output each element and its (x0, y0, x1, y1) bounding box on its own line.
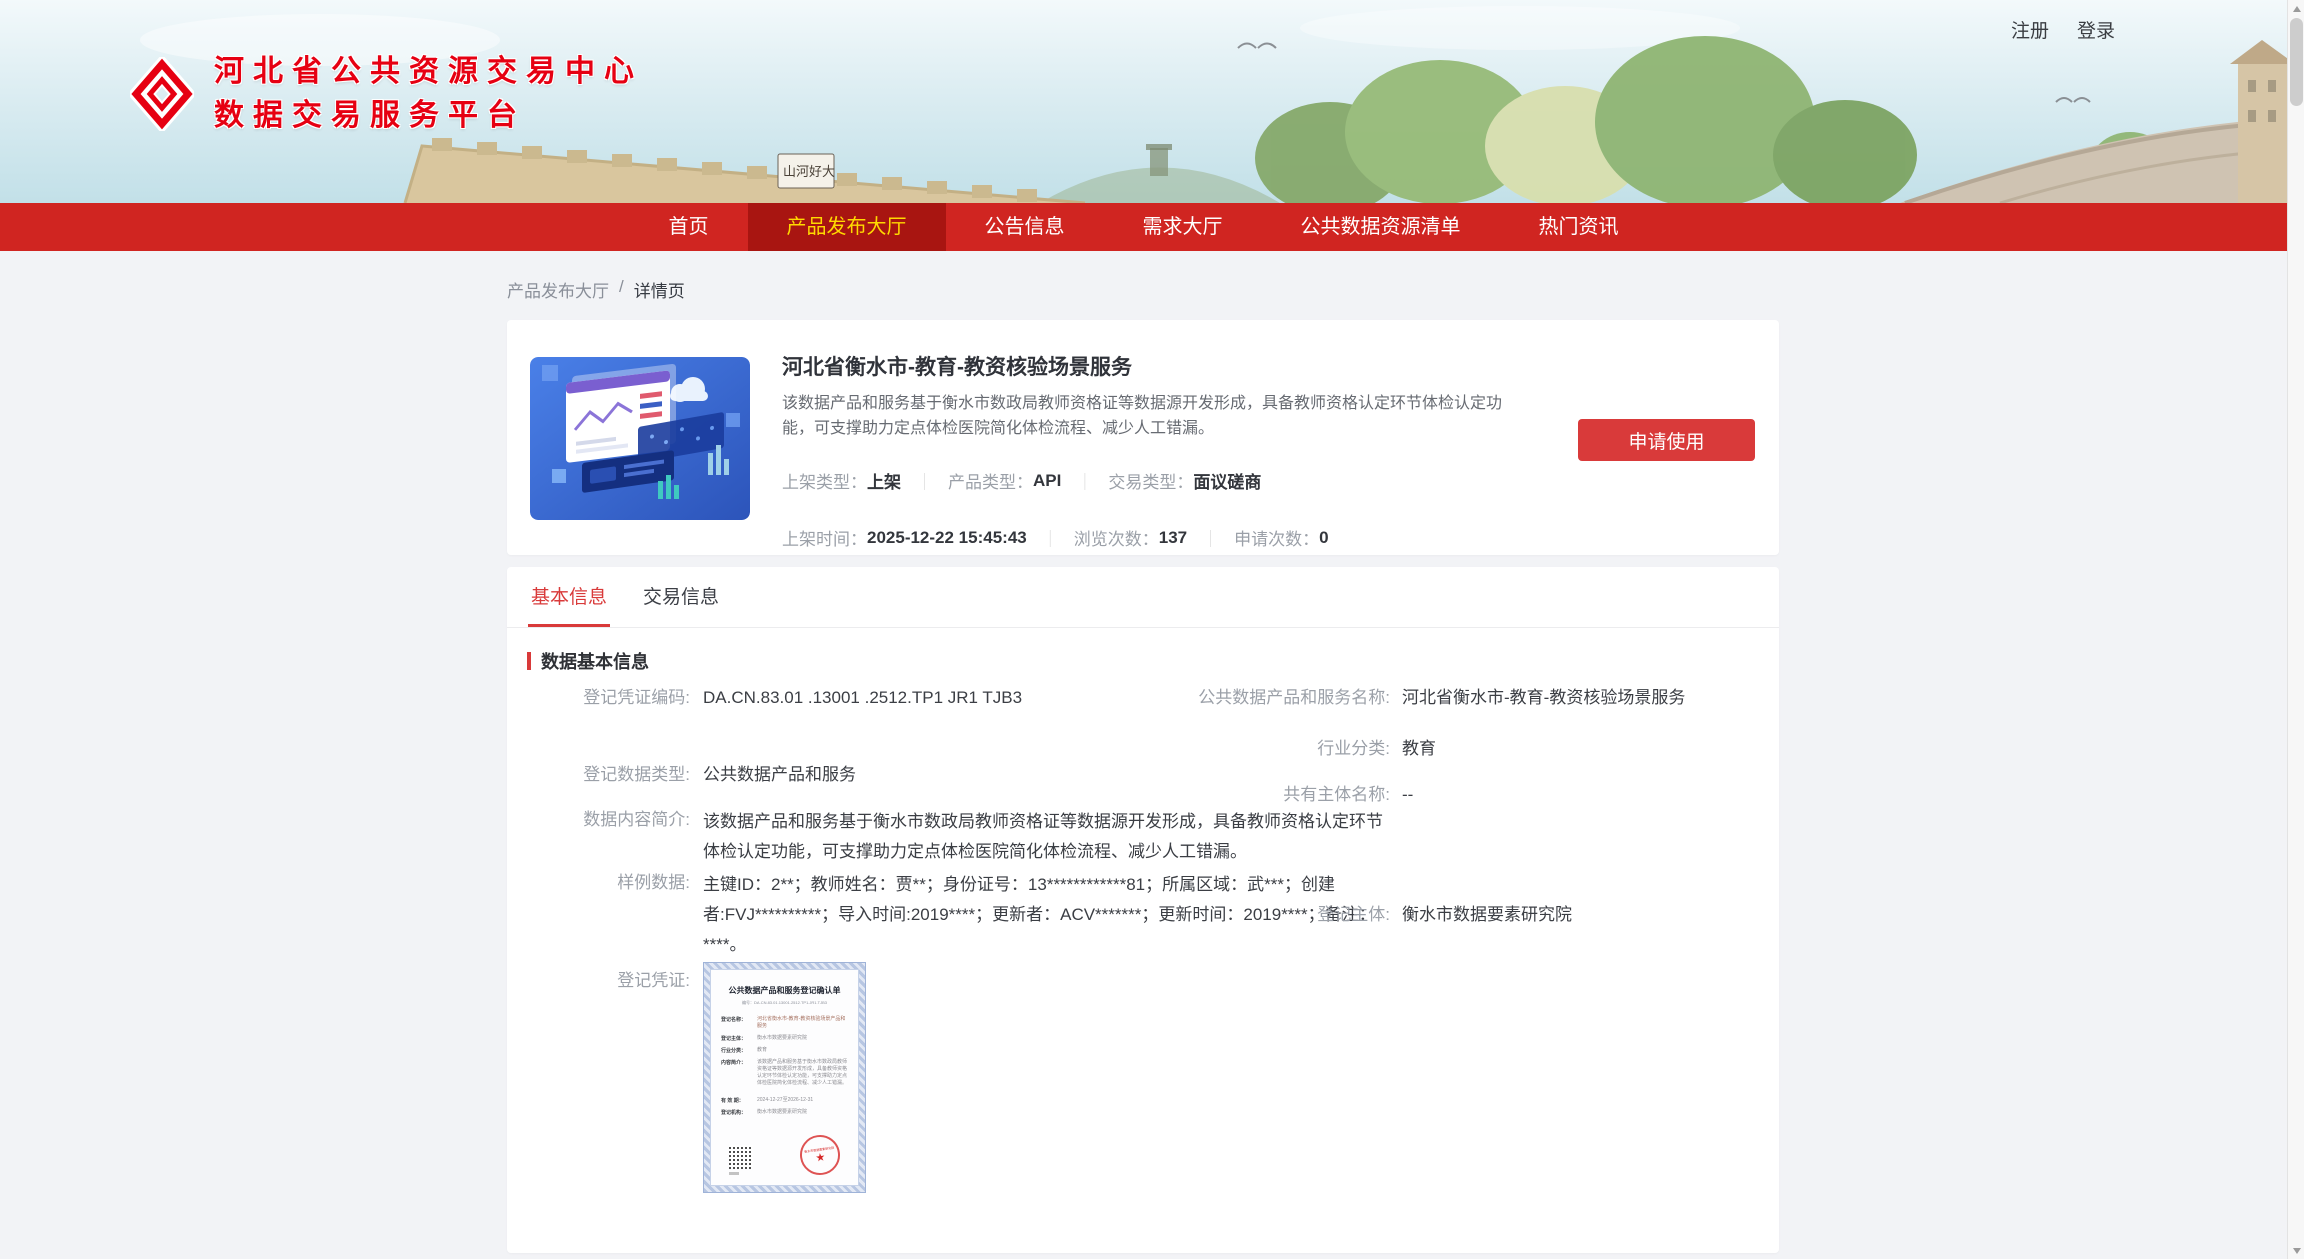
field-label: 行业分类: (1173, 736, 1390, 762)
field-value: -- (1402, 782, 1774, 808)
certificate-row: 登记机构： 衡水市数据要素研究院 (721, 1109, 848, 1116)
field-label: 登记凭证: (507, 968, 690, 1193)
meta-separator: ｜ (916, 468, 933, 493)
meta-label: 浏览次数： (1074, 525, 1159, 550)
product-detail-card: 基本信息 交易信息 数据基本信息 登记凭证编码: DA.CN.83.01 .13… (507, 567, 1779, 1253)
product-meta-row-1: 上架类型： 上架 ｜ 产品类型： API ｜ 交易类型： 面议磋商 (782, 468, 1529, 493)
apply-use-button[interactable]: 申请使用 (1578, 419, 1755, 461)
section-header: 数据基本信息 (527, 648, 1779, 674)
section-title: 数据基本信息 (541, 648, 649, 674)
brand-line1: 河北省公共资源交易中心 (214, 50, 643, 94)
meta-label: 上架时间： (782, 525, 867, 550)
product-meta-row-2: 上架时间： 2025-12-22 15:45:43 ｜ 浏览次数： 137 ｜ … (782, 525, 1529, 550)
meta-label: 交易类型： (1108, 468, 1193, 493)
breadcrumb-separator: / (619, 277, 624, 302)
field-value: 衡水市数据要素研究院 (1402, 902, 1774, 928)
certificate-number: 编号：DA.CN.83.01.13001.2512.TP1.JR1.TJB3 (711, 1000, 858, 1006)
meta-separator: ｜ (1202, 525, 1219, 550)
official-seal-icon: 衡水市数据要素研究院 ★ (797, 1132, 842, 1177)
main-nav: 首页 产品发布大厅 公告信息 需求大厅 公共数据资源清单 热门资讯 (0, 203, 2287, 251)
nav-item-public-data-list[interactable]: 公共数据资源清单 (1262, 203, 1500, 251)
detail-tabs: 基本信息 交易信息 (507, 567, 1779, 628)
certificate-row: 有 效 期： 2024-12-27至2026-12-31 (721, 1097, 848, 1104)
field-row-certificate: 登记凭证: 公共数据产品和服务登记确认单 编号：DA.CN.83.01.1300… (507, 968, 1407, 1193)
page: 山河好大 (0, 0, 2304, 1259)
brand[interactable]: 河北省公共资源交易中心 数据交易服务平台 (130, 50, 643, 138)
field-label: 样例数据: (507, 870, 690, 960)
field-label: 登记主体: (1173, 902, 1390, 928)
registration-certificate-image[interactable]: 公共数据产品和服务登记确认单 编号：DA.CN.83.01.13001.2512… (703, 962, 866, 1193)
nav-item-announcements[interactable]: 公告信息 (946, 203, 1104, 251)
header-banner: 山河好大 (0, 0, 2287, 203)
certificate-row: 登记名称： 河北省衡水市-教育-教资核验场景产品和服务 (721, 1016, 848, 1030)
basic-info-grid: 登记凭证编码: DA.CN.83.01 .13001 .2512.TP1 JR1… (507, 685, 1779, 1233)
product-info: 河北省衡水市-教育-教资核验场景服务 该数据产品和服务基于衡水市数政局教师资格证… (782, 351, 1529, 550)
certificate-paper: 公共数据产品和服务登记确认单 编号：DA.CN.83.01.13001.2512… (710, 969, 859, 1186)
section-accent-bar (527, 652, 531, 670)
breadcrumb-current: 详情页 (634, 277, 685, 302)
nav-item-product-hall[interactable]: 产品发布大厅 (748, 203, 946, 251)
breadcrumb: 产品发布大厅 / 详情页 (507, 277, 1779, 302)
qr-code-icon (729, 1145, 753, 1169)
meta-value: 2025-12-22 15:45:43 (867, 528, 1027, 548)
meta-separator: ｜ (1076, 468, 1093, 493)
meta-label: 产品类型： (948, 468, 1033, 493)
field-value: 河北省衡水市-教育-教资核验场景服务 (1402, 685, 1774, 711)
field-label: 登记数据类型: (507, 762, 690, 788)
certificate-row: 行业分类： 教育 (721, 1047, 848, 1054)
nav-item-demand-hall[interactable]: 需求大厅 (1104, 203, 1262, 251)
wall-plaque-text: 山河好大 (783, 164, 835, 179)
qr-caption (729, 1172, 739, 1175)
product-summary-card: 河北省衡水市-教育-教资核验场景服务 该数据产品和服务基于衡水市数政局教师资格证… (507, 320, 1779, 555)
watchtower (2230, 40, 2287, 203)
meta-value: API (1033, 471, 1061, 491)
certificate-row: 内容简介： 该数据产品和服务基于衡水市数政局教师资格证等数据源开发形成，具备教师… (721, 1059, 848, 1087)
product-description: 该数据产品和服务基于衡水市数政局教师资格证等数据源开发形成，具备教师资格认定环节… (782, 391, 1529, 441)
meta-value: 137 (1159, 528, 1187, 548)
field-label: 登记凭证编码: (507, 685, 690, 711)
login-link[interactable]: 登录 (2077, 16, 2115, 43)
field-label: 共有主体名称: (1173, 782, 1390, 808)
field-row: 公共数据产品和服务名称: 河北省衡水市-教育-教资核验场景服务 (1173, 685, 1779, 711)
field-row: 登记主体: 衡水市数据要素研究院 (1173, 902, 1779, 928)
certificate-footer: 衡水市数据要素研究院 ★ (711, 1135, 858, 1175)
field-label: 公共数据产品和服务名称: (1173, 685, 1390, 711)
field-value: 教育 (1402, 736, 1774, 762)
certificate-title: 公共数据产品和服务登记确认单 (711, 985, 858, 996)
brand-line2: 数据交易服务平台 (214, 94, 643, 138)
certificate-row: 登记主体： 衡水市数据要素研究院 (721, 1035, 848, 1042)
breadcrumb-parent[interactable]: 产品发布大厅 (507, 277, 609, 302)
meta-value: 面议磋商 (1193, 468, 1261, 493)
product-image (530, 357, 750, 520)
meta-value: 0 (1319, 528, 1328, 548)
scroll-down-arrow-icon[interactable] (2288, 1242, 2304, 1259)
nav-item-home[interactable]: 首页 (630, 203, 748, 251)
meta-value: 上架 (867, 468, 901, 493)
register-link[interactable]: 注册 (2011, 16, 2049, 43)
qr-code-block (729, 1145, 753, 1175)
scrollbar-thumb[interactable] (2290, 18, 2303, 106)
field-row: 行业分类: 教育 (1173, 736, 1779, 762)
meta-separator: ｜ (1042, 525, 1059, 550)
tab-basic-info[interactable]: 基本信息 (531, 567, 607, 627)
meta-label: 申请次数： (1234, 525, 1319, 550)
nav-item-hot-news[interactable]: 热门资讯 (1500, 203, 1658, 251)
scroll-up-arrow-icon[interactable] (2288, 0, 2304, 17)
content-column: 产品发布大厅 / 详情页 (507, 251, 1779, 1253)
vertical-scrollbar[interactable] (2287, 0, 2304, 1259)
info-column-right: 公共数据产品和服务名称: 河北省衡水市-教育-教资核验场景服务 行业分类: 教育… (1173, 685, 1779, 928)
tab-trade-info[interactable]: 交易信息 (643, 567, 719, 627)
field-label: 数据内容简介: (507, 807, 690, 867)
brand-title: 河北省公共资源交易中心 数据交易服务平台 (214, 50, 643, 138)
brand-logo-icon (130, 57, 194, 131)
field-row: 共有主体名称: -- (1173, 782, 1779, 808)
product-title: 河北省衡水市-教育-教资核验场景服务 (782, 351, 1529, 381)
auth-links: 注册 登录 (2011, 16, 2115, 43)
meta-label: 上架类型： (782, 468, 867, 493)
